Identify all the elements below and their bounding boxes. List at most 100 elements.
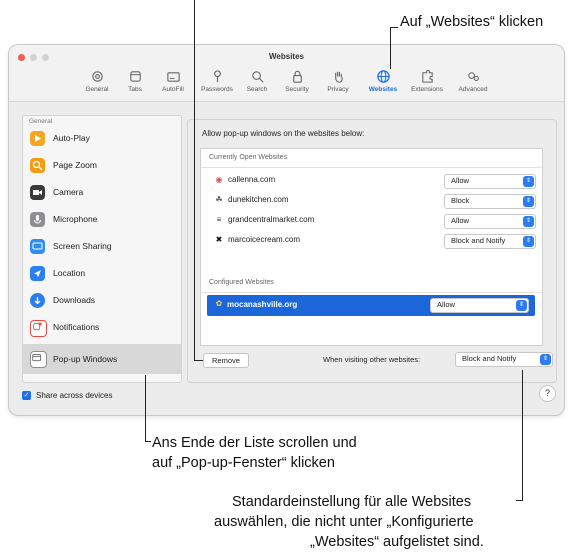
tab-passwords[interactable]: Passwords [200,67,234,97]
gears-icon [453,67,493,86]
callenna-favicon-icon: ◉ [215,175,223,184]
camera-icon [30,185,45,200]
list-item[interactable]: ◉ callenna.com Allow ⇕ [201,171,542,190]
tabs-icon [123,67,147,86]
site-name: callenna.com [228,175,276,184]
callout-line-websites [390,27,391,69]
puzzle-icon [407,67,447,86]
hand-icon [323,67,353,86]
tab-autofill[interactable]: AutoFill [159,67,187,97]
tab-tabs[interactable]: Tabs [123,67,147,97]
download-icon [30,293,45,308]
select-value: Block and Notify [462,354,517,363]
sidebar-item-notifications[interactable]: Notifications [23,314,181,341]
callout-websites: Auf „Websites“ klicken [400,14,544,30]
autofill-icon [159,67,187,86]
select-value: Allow [451,216,469,225]
share-across-devices-label: Share across devices [36,391,113,400]
sidebar-item-label: Location [53,268,86,278]
share-across-devices-checkbox[interactable]: ✓ [22,391,31,400]
site-name: dunekitchen.com [228,195,289,204]
tab-general[interactable]: General [82,67,112,97]
chevron-updown-icon: ⇕ [523,236,534,247]
sidebar-item-auto-play[interactable]: Auto-Play [23,125,181,152]
play-icon [30,131,45,146]
callout-default-line2: auswählen, die nicht unter „Konfiguriert… [214,514,474,530]
divider [201,167,542,168]
dunekitchen-favicon-icon: ☘ [215,195,223,204]
list-item[interactable]: ☘ dunekitchen.com Block ⇕ [201,191,542,210]
sidebar-item-label: Auto-Play [53,133,90,143]
tab-label: Tabs [128,86,142,93]
screen-sharing-icon [30,239,45,254]
sidebar-item-label: Notifications [53,322,100,332]
sidebar-item-screen-sharing[interactable]: Screen Sharing [23,233,181,260]
sidebar-item-camera[interactable]: Camera [23,179,181,206]
help-button[interactable]: ? [539,385,556,402]
sidebar-item-label: Microphone [53,214,98,224]
select-value: Allow [451,176,469,185]
tab-label: Websites [368,86,398,93]
gear-icon [82,67,112,86]
callout-line-default-tick [516,500,523,501]
sidebar-item-downloads[interactable]: Downloads [23,287,181,314]
lock-icon [280,67,314,86]
site-setting-select[interactable]: Block and Notify ⇕ [444,234,536,249]
callout-line-remove [194,0,195,361]
list-item[interactable]: ≡ grandcentralmarket.com Allow ⇕ [201,211,542,230]
configured-websites-header: Configured Websites [209,279,274,286]
tab-advanced[interactable]: Advanced [453,67,493,97]
tab-label: Extensions [411,86,443,93]
chevron-updown-icon: ⇕ [523,196,534,207]
callout-line-websites-tick [390,27,398,28]
callout-line-popup-tick [145,441,151,442]
site-name: grandcentralmarket.com [228,215,315,224]
select-value: Block [451,196,470,205]
remove-button[interactable]: Remove [203,353,249,368]
marcoicecream-favicon-icon: ✖ [215,235,223,244]
location-arrow-icon [30,266,45,281]
list-item[interactable]: ✿ mocanashville.org Allow ⇕ [207,295,535,316]
zoom-icon [30,158,45,173]
tab-label: AutoFill [162,86,184,93]
sidebar-item-pop-up-windows[interactable]: Pop-up Windows [23,344,181,374]
sidebar-item-label: Camera [53,187,84,197]
window-title: Websites [269,52,304,61]
chevron-updown-icon: ⇕ [516,300,527,311]
sidebar-item-page-zoom[interactable]: Page Zoom [23,152,181,179]
callout-default-line1: Standardeinstellung für alle Websites [232,494,472,510]
sidebar-item-microphone[interactable]: Microphone [23,206,181,233]
site-setting-select[interactable]: Allow ⇕ [430,298,529,313]
sidebar-item-label: Downloads [53,295,96,305]
callout-line-remove-tick [194,360,203,361]
sidebar-item-location[interactable]: Location [23,260,181,287]
tab-search[interactable]: Search [243,67,271,97]
tab-label: Search [246,86,268,93]
callout-default-line3: „Websites“ aufgelistet sind. [310,534,484,550]
search-icon [243,67,271,86]
tab-label: Privacy [327,86,349,93]
other-websites-select[interactable]: Block and Notify ⇕ [455,352,553,367]
tab-websites[interactable]: Websites [362,65,404,97]
chevron-updown-icon: ⇕ [523,216,534,227]
sidebar: General Auto-Play Page Zoom Camera Micro… [22,115,182,383]
mocanashville-favicon-icon: ✿ [215,299,223,308]
open-websites-header: Currently Open Websites [209,154,288,161]
microphone-icon [30,212,45,227]
list-item[interactable]: ✖ marcoicecream.com Block and Notify ⇕ [201,231,542,250]
tab-privacy[interactable]: Privacy [323,67,353,97]
safari-settings-window: Websites General Tabs AutoFill Passwords… [9,45,564,415]
tab-security[interactable]: Security [280,67,314,97]
tab-extensions[interactable]: Extensions [407,67,447,97]
notifications-icon [30,320,47,337]
divider [201,292,542,293]
site-setting-select[interactable]: Block ⇕ [444,194,536,209]
site-setting-select[interactable]: Allow ⇕ [444,214,536,229]
tab-label: Security [285,86,309,93]
sidebar-header: General [29,118,53,125]
popup-window-icon [30,351,47,368]
websites-list: Currently Open Websites ◉ callenna.com A… [200,148,543,346]
tab-label: General [85,86,109,93]
site-setting-select[interactable]: Allow ⇕ [444,174,536,189]
sidebar-item-label: Screen Sharing [53,241,112,251]
